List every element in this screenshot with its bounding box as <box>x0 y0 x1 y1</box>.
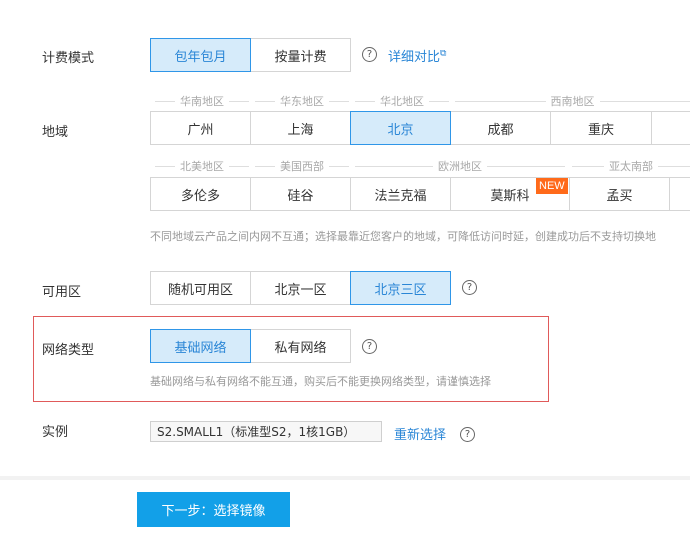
region-option-chengdu[interactable]: 成都 <box>450 111 551 145</box>
region-group-us-west: 美国西部 <box>255 160 349 173</box>
next-step-button[interactable]: 下一步：选择镜像 <box>137 492 290 527</box>
region-label: 地域 <box>42 125 69 140</box>
config-panel: 计费模式 包年包月 按量计费 ? 详细对比⧉ 地域 华南地区 华东地区 华北地区… <box>0 0 690 476</box>
region-option-guangzhou[interactable]: 广州 <box>150 111 251 145</box>
region-option-mumbai[interactable]: 孟买 <box>569 177 670 211</box>
instance-value: S2.SMALL1（标准型S2，1核1GB） <box>150 421 382 442</box>
billing-option-prepaid[interactable]: 包年包月 <box>150 38 251 72</box>
zone-label: 可用区 <box>42 285 82 300</box>
network-help-icon[interactable]: ? <box>362 339 377 354</box>
region-group-south-china: 华南地区 <box>155 95 249 108</box>
region-option-cutoff-2[interactable] <box>669 177 690 211</box>
region-group-asia-pacific-south: 亚太南部 <box>572 160 690 173</box>
region-option-shanghai[interactable]: 上海 <box>250 111 351 145</box>
compare-link[interactable]: 详细对比⧉ <box>388 46 446 65</box>
network-option-basic[interactable]: 基础网络 <box>150 329 251 363</box>
region-group-north-america: 北美地区 <box>155 160 249 173</box>
network-label: 网络类型 <box>42 343 95 358</box>
region-group-east-china: 华东地区 <box>255 95 349 108</box>
billing-option-postpaid[interactable]: 按量计费 <box>250 38 351 72</box>
region-option-chongqing[interactable]: 重庆 <box>550 111 652 145</box>
billing-label: 计费模式 <box>42 51 95 66</box>
external-link-icon: ⧉ <box>440 48 447 59</box>
region-hint: 不同地域云产品之间内网不互通；选择最靠近您客户的地域，可降低访问时延，创建成功后… <box>150 230 656 243</box>
zone-option-random[interactable]: 随机可用区 <box>150 271 251 305</box>
network-option-vpc[interactable]: 私有网络 <box>250 329 351 363</box>
compare-link-label: 详细对比 <box>388 50 441 65</box>
region-option-silicon-valley[interactable]: 硅谷 <box>250 177 351 211</box>
zone-option-beijing-3[interactable]: 北京三区 <box>350 271 451 305</box>
footer-bar <box>0 480 690 548</box>
zone-option-beijing-1[interactable]: 北京一区 <box>250 271 351 305</box>
zone-help-icon[interactable]: ? <box>462 280 477 295</box>
new-badge: NEW <box>536 178 568 194</box>
region-group-north-china: 华北地区 <box>355 95 449 108</box>
region-option-toronto[interactable]: 多伦多 <box>150 177 251 211</box>
reselect-link[interactable]: 重新选择 <box>394 424 446 443</box>
region-option-cutoff[interactable] <box>651 111 690 145</box>
region-option-frankfurt[interactable]: 法兰克福 <box>350 177 451 211</box>
region-group-southwest: 西南地区 <box>455 95 690 108</box>
billing-help-icon[interactable]: ? <box>362 47 377 62</box>
network-hint: 基础网络与私有网络不能互通，购买后不能更换网络类型，请谨慎选择 <box>150 375 491 388</box>
instance-label: 实例 <box>42 425 69 440</box>
region-option-beijing[interactable]: 北京 <box>350 111 451 145</box>
instance-help-icon[interactable]: ? <box>460 427 475 442</box>
region-group-europe: 欧洲地区 <box>355 160 565 173</box>
